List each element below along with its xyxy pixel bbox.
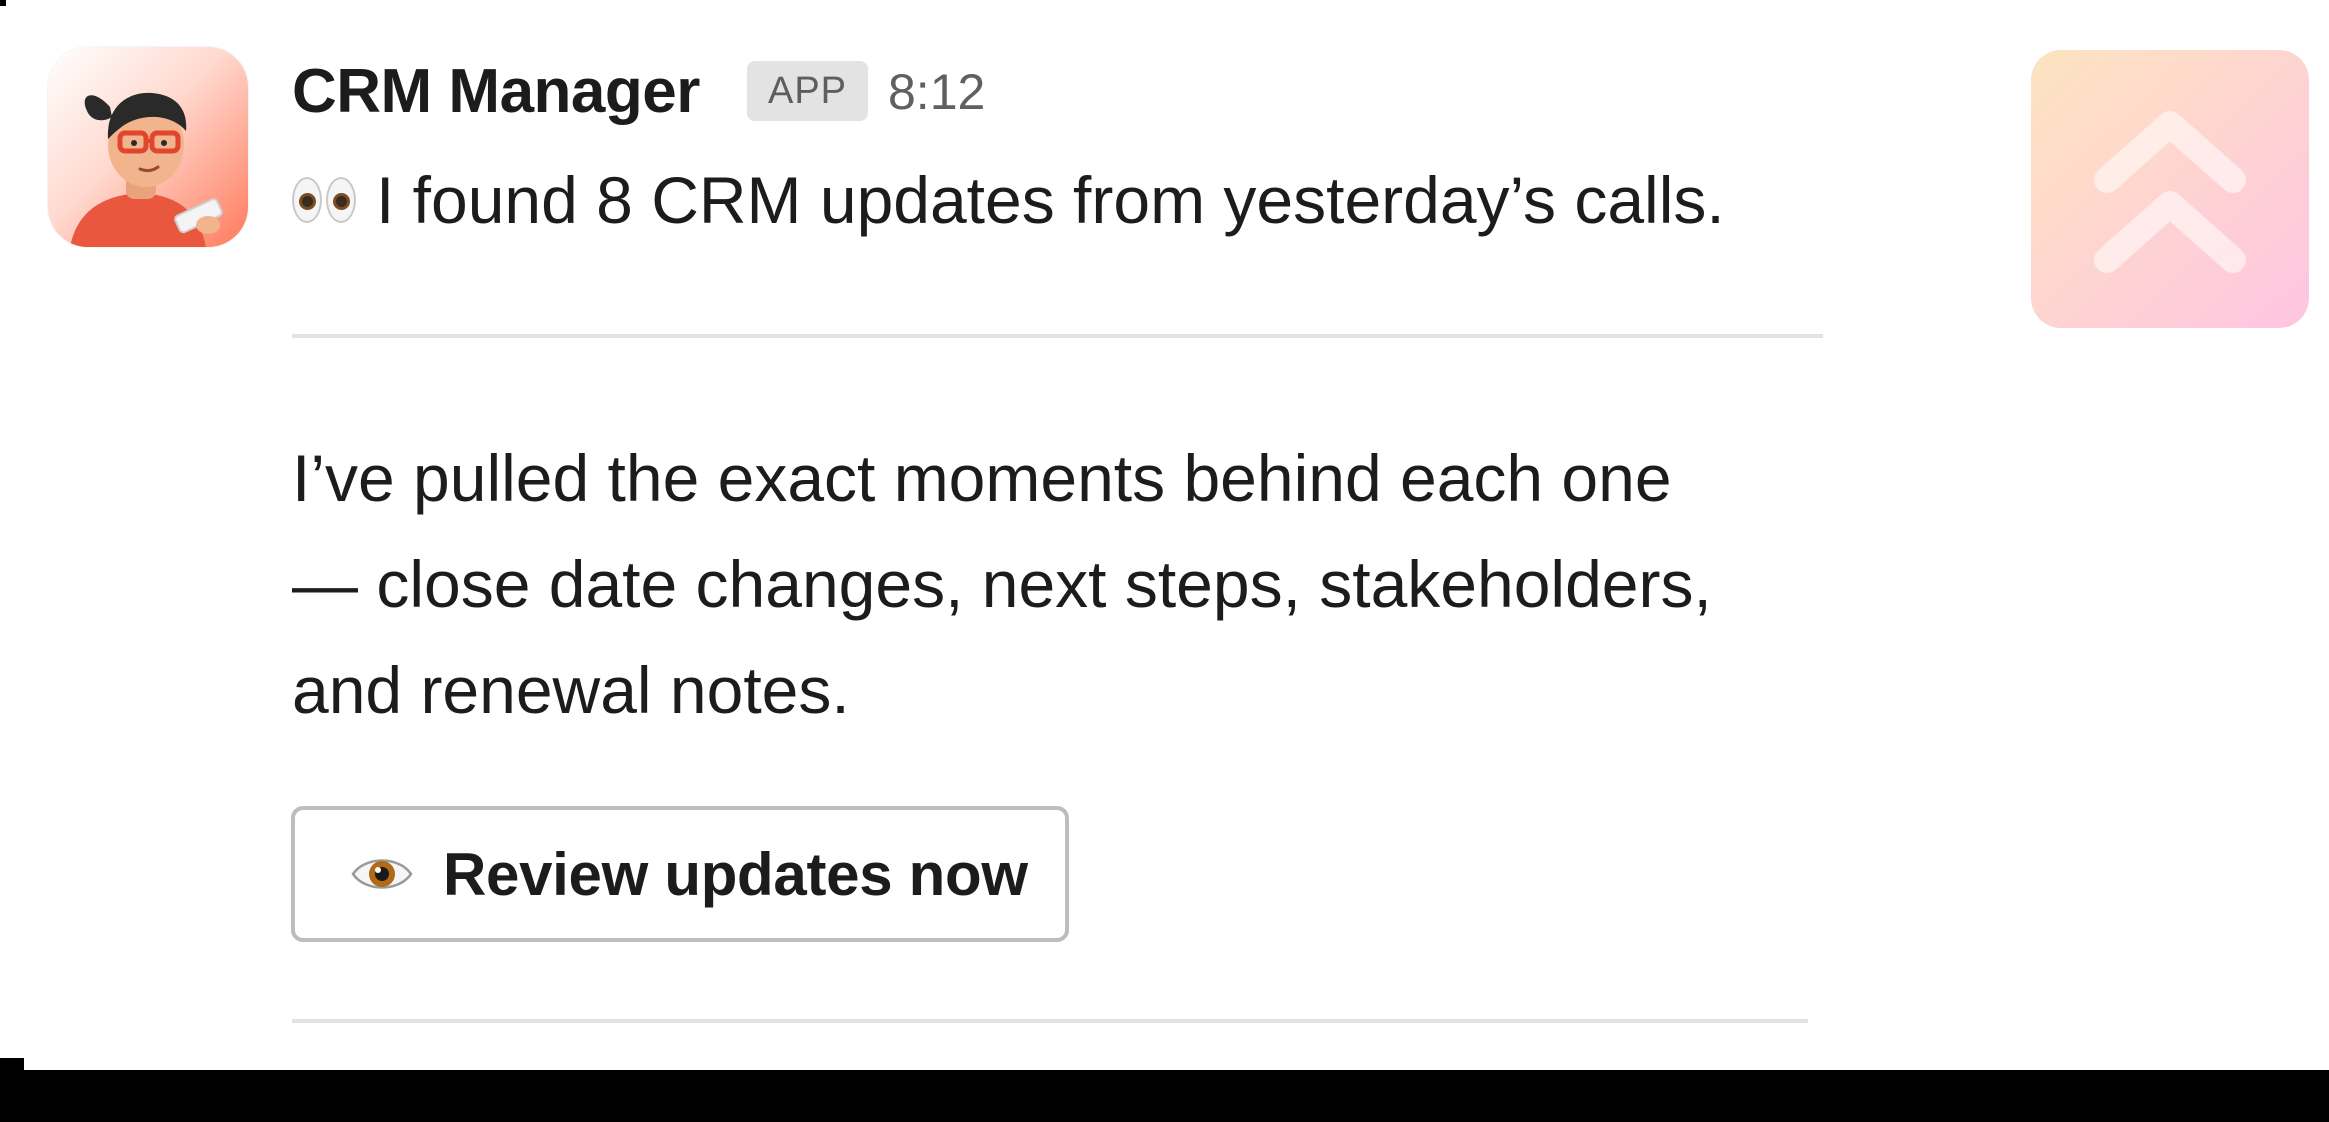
eyes-emoji-icon <box>292 177 356 223</box>
message-timestamp[interactable]: 8:12 <box>888 52 985 132</box>
app-tile[interactable] <box>2031 50 2309 328</box>
body-line: and renewal notes. <box>292 653 850 727</box>
body-line: — close date changes, next steps, stakeh… <box>292 547 1712 621</box>
intro-line: I found 8 CRM updates from yesterday’s c… <box>292 160 1725 240</box>
sender-name[interactable]: CRM Manager <box>292 52 700 132</box>
corner-mark <box>0 0 6 6</box>
body-line: I’ve pulled the exact moments behind eac… <box>292 441 1672 515</box>
double-chevron-up-icon <box>2094 111 2246 273</box>
review-updates-button[interactable]: Review updates now <box>291 806 1069 942</box>
review-updates-label: Review updates now <box>443 840 1028 908</box>
app-avatar[interactable] <box>48 47 248 247</box>
divider <box>292 334 1823 338</box>
app-badge: APP <box>747 61 868 121</box>
corner-mark <box>0 1058 24 1070</box>
divider <box>292 1019 1808 1023</box>
eye-emoji-icon <box>351 859 413 889</box>
intro-text: I found 8 CRM updates from yesterday’s c… <box>376 163 1725 237</box>
message-card: CRM Manager APP 8:12 I found 8 CRM updat… <box>0 0 2329 1070</box>
message-body: I’ve pulled the exact moments behind eac… <box>292 425 1852 743</box>
crm-manager-avatar-icon <box>48 47 248 247</box>
